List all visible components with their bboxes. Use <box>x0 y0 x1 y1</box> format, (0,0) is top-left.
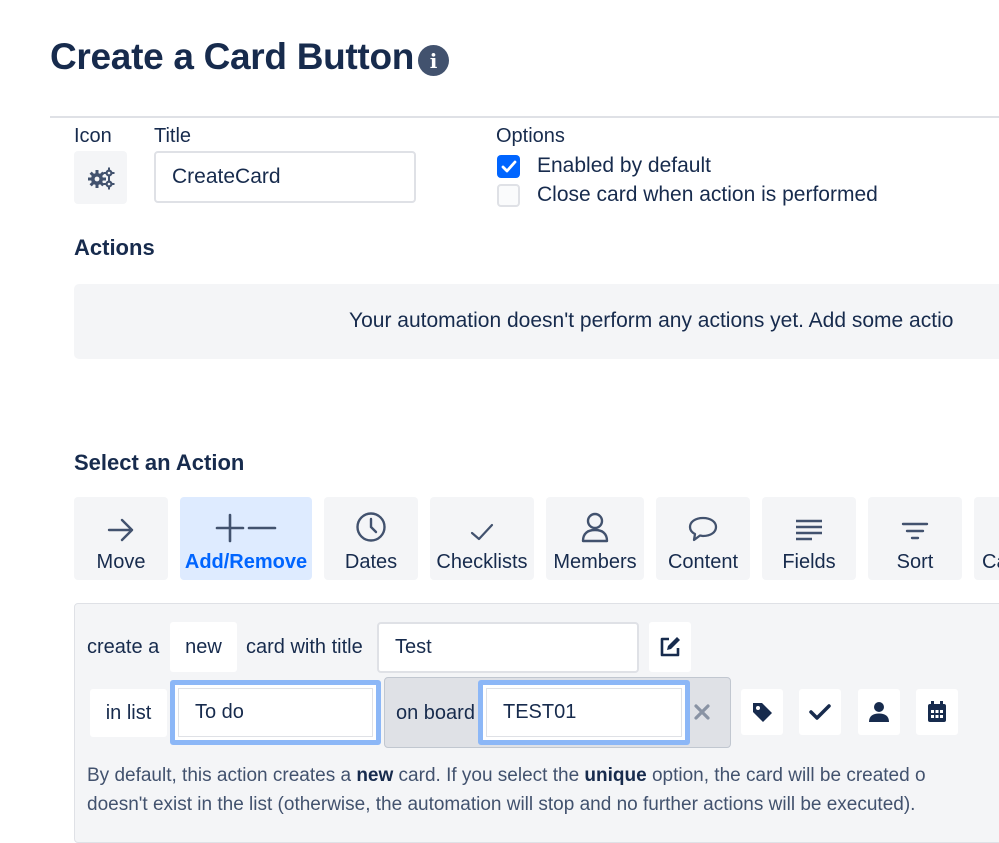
tab-label: Content <box>667 551 739 573</box>
calendar-icon <box>928 701 946 722</box>
help-text-line-2: doesn't exist in the list (otherwise, th… <box>87 794 916 815</box>
create-a-text: create a <box>87 636 160 658</box>
enabled-by-default-label: Enabled by default <box>537 154 711 177</box>
tab-label: Sort <box>896 551 934 573</box>
actions-empty-message: Your automation doesn't perform any acti… <box>349 309 954 332</box>
icon-label: Icon <box>74 125 112 147</box>
in-list-chip: in list <box>90 689 167 737</box>
header-divider <box>50 116 999 118</box>
options-label: Options <box>496 125 565 147</box>
plus-minus-icon <box>215 513 277 543</box>
tab-add-remove[interactable]: Add/Remove <box>180 497 312 580</box>
clear-board-button[interactable] <box>692 702 712 722</box>
tab-members[interactable]: Members <box>546 497 644 580</box>
title-label: Title <box>154 125 192 147</box>
member-option-button[interactable] <box>858 689 900 735</box>
tab-fields[interactable]: Fields <box>762 497 856 580</box>
tab-content[interactable]: Content <box>656 497 750 580</box>
checklist-option-button[interactable] <box>799 689 841 735</box>
tab-label: Move <box>96 551 146 573</box>
person-icon <box>869 702 889 722</box>
edit-title-button[interactable] <box>649 622 691 672</box>
person-icon <box>581 512 609 543</box>
label-option-button[interactable] <box>741 689 783 735</box>
card-title-input[interactable] <box>377 622 639 673</box>
close-card-checkbox[interactable] <box>497 184 520 207</box>
board-input[interactable]: TEST01 <box>478 680 690 745</box>
title-input[interactable] <box>154 151 416 203</box>
enabled-by-default-checkbox[interactable] <box>497 155 520 178</box>
tab-sort[interactable]: Sort <box>868 497 962 580</box>
edit-icon <box>660 637 680 657</box>
close-card-label: Close card when action is performed <box>537 183 878 206</box>
arrow-right-icon <box>107 518 134 542</box>
date-option-button[interactable] <box>916 689 958 735</box>
tab-dates[interactable]: Dates <box>324 497 418 580</box>
tab-label: Checklists <box>436 551 528 573</box>
tab-label: Fields <box>782 551 836 573</box>
actions-heading: Actions <box>74 235 155 260</box>
tab-partial[interactable]: Ca <box>974 497 999 580</box>
tab-label: Ca <box>982 551 999 573</box>
filter-icon <box>901 522 929 540</box>
tab-move[interactable]: Move <box>74 497 168 580</box>
lines-icon <box>796 519 822 541</box>
clock-icon <box>356 512 386 542</box>
select-action-heading: Select an Action <box>74 450 245 475</box>
tab-label: Add/Remove <box>184 551 308 573</box>
on-board-text: on board <box>396 702 475 724</box>
card-with-title-text: card with title <box>246 636 363 658</box>
tab-label: Members <box>553 551 637 573</box>
tab-label: Dates <box>344 551 398 573</box>
close-icon <box>694 704 710 720</box>
checkmark-icon <box>501 160 516 172</box>
board-input-value: TEST01 <box>486 688 682 737</box>
check-icon <box>809 704 831 720</box>
help-text-line-1: By default, this action creates a new ca… <box>87 765 926 786</box>
new-option-chip[interactable]: new <box>170 622 237 672</box>
speech-bubble-icon <box>688 516 718 542</box>
check-icon <box>470 523 494 541</box>
icon-picker-button[interactable] <box>74 151 127 204</box>
tag-icon <box>753 703 772 722</box>
page-title: Create a Card Button <box>50 36 415 77</box>
info-icon[interactable]: i <box>418 45 449 76</box>
gears-icon <box>87 167 114 189</box>
list-input[interactable]: To do <box>170 680 381 745</box>
tab-checklists[interactable]: Checklists <box>430 497 534 580</box>
list-input-value: To do <box>178 688 373 737</box>
